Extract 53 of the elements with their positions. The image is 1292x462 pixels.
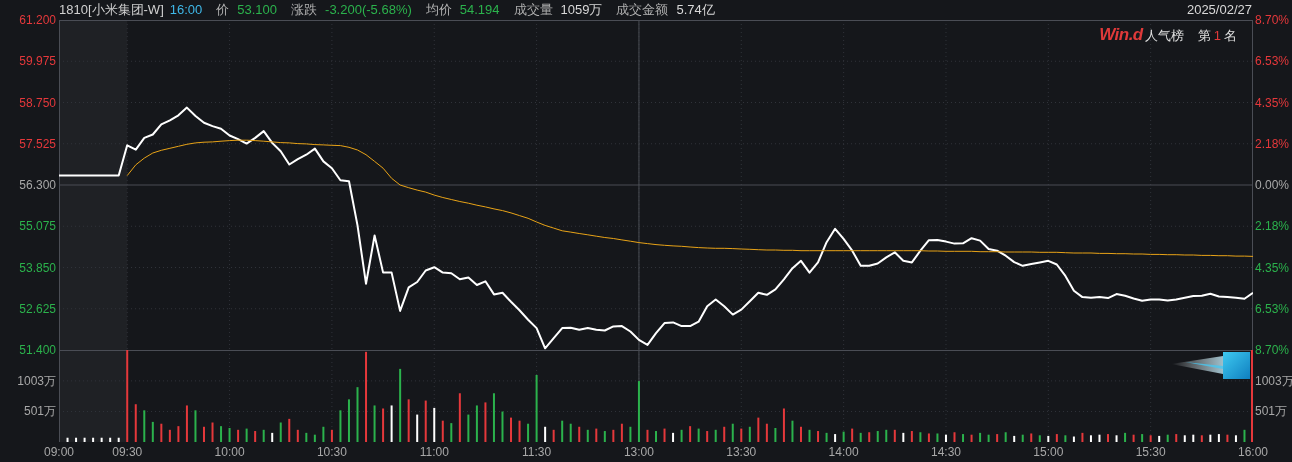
field-label: 均价 <box>425 1 452 20</box>
brand-label: Win.d <box>1099 24 1143 46</box>
axis-label: 6.53% <box>1255 301 1290 316</box>
rank-number: 1 <box>1213 27 1221 45</box>
time-label: 16:00 <box>1238 445 1268 459</box>
field-label: 涨跌 <box>291 1 318 20</box>
axis-label: 53.850 <box>19 260 56 275</box>
time-label: 09:00 <box>44 445 74 459</box>
field-label: 成交量 <box>513 1 553 20</box>
axis-label: 59.975 <box>19 54 56 69</box>
axis-label: 51.400 <box>19 343 56 357</box>
time-label: 15:00 <box>1033 445 1064 459</box>
time-label: 11:00 <box>419 445 449 459</box>
time-label: 13:00 <box>623 445 654 459</box>
time-label: 10:00 <box>214 445 245 459</box>
time-label: 16:00 <box>169 1 203 20</box>
field-value: -3.200(-5.68%) <box>325 1 412 20</box>
axis-label: 1003万 <box>17 373 56 388</box>
axis-label: 501万 <box>1255 404 1288 419</box>
axis-label: 2.18% <box>1255 136 1290 151</box>
time-label: 13:30 <box>726 445 757 459</box>
axis-label: 61.200 <box>19 13 56 27</box>
axis-label: 6.53% <box>1255 54 1290 69</box>
axis-label: 55.075 <box>19 219 56 234</box>
axis-label: 57.525 <box>19 136 56 151</box>
axis-label: 2.18% <box>1255 219 1290 234</box>
stock-name: 1810[小米集团-W] <box>59 1 164 20</box>
date-label: 2025/02/27 <box>1186 1 1252 20</box>
ranking-title: 人气榜 <box>1144 27 1184 45</box>
field-label: 价 <box>216 1 230 20</box>
time-label: 09:30 <box>112 445 143 459</box>
axis-label: 4.35% <box>1255 95 1290 110</box>
axis-label: 8.70% <box>1255 13 1290 27</box>
widget-icon[interactable] <box>1171 352 1251 379</box>
field-value: 54.194 <box>459 1 500 20</box>
axis-label: 56.300 <box>19 178 56 192</box>
time-label: 10:30 <box>316 445 347 459</box>
field-label: 成交金额 <box>616 1 669 20</box>
time-label: 14:30 <box>930 445 961 459</box>
axis-label: 52.625 <box>19 301 56 316</box>
rank-suffix: 名 <box>1224 27 1237 45</box>
time-label: 11:30 <box>522 445 552 459</box>
time-label: 15:30 <box>1135 445 1166 459</box>
axis-label: 8.70% <box>1255 343 1290 357</box>
field-value: 53.100 <box>237 1 278 20</box>
axis-label: 58.750 <box>19 95 56 110</box>
axis-label: 0.00% <box>1255 178 1290 192</box>
rank-prefix: 第 <box>1197 27 1211 45</box>
axis-label: 501万 <box>23 404 56 419</box>
field-value: 5.74亿 <box>676 1 715 20</box>
time-label: 14:00 <box>828 445 859 459</box>
axis-label: 4.35% <box>1255 260 1290 275</box>
field-value: 1059万 <box>560 1 603 20</box>
